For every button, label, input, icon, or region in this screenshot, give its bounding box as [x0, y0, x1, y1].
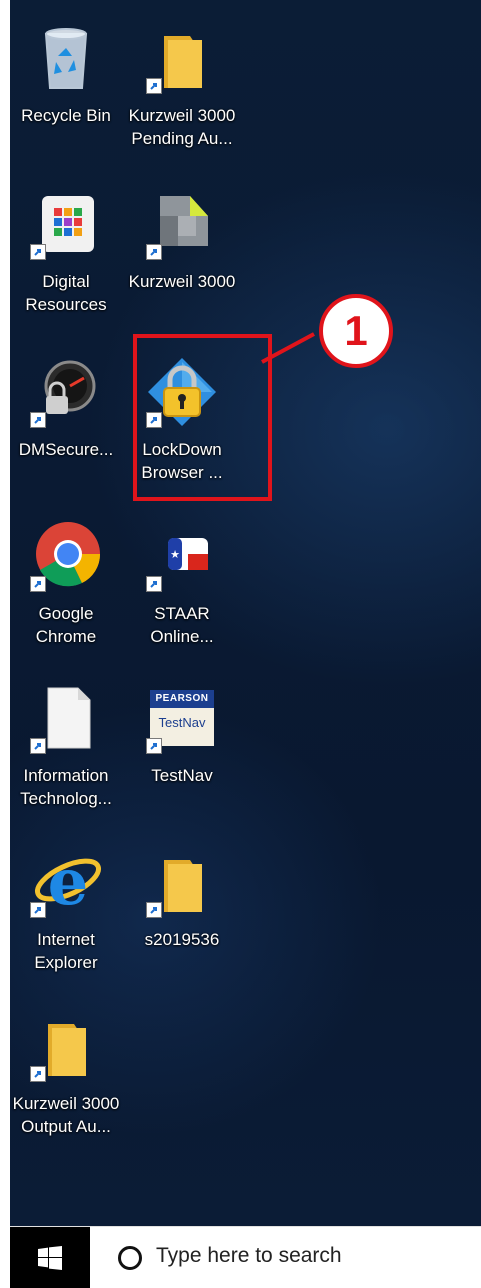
taskbar: Type here to search [10, 1226, 481, 1288]
taskbar-search-box[interactable]: Type here to search [156, 1244, 342, 1268]
cortana-circle-icon[interactable] [118, 1246, 142, 1270]
desktop: Recycle Bin Kurzweil 3000 Pending Au... [10, 0, 481, 1226]
start-button[interactable] [10, 1227, 90, 1288]
annotation-connector-line [261, 332, 315, 364]
windows-logo-icon [38, 1245, 62, 1270]
annotation-number-badge: 1 [319, 294, 393, 368]
